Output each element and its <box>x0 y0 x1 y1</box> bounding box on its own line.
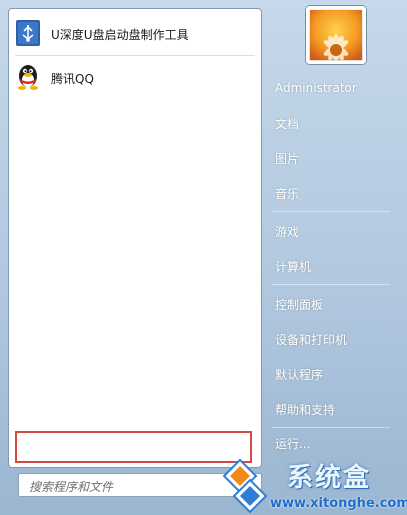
watermark-brand: 系统盒 <box>287 463 372 493</box>
menu-divider <box>272 211 390 212</box>
menu-games[interactable]: 游戏 <box>266 219 394 243</box>
menu-control-panel[interactable]: 控制面板 <box>266 292 394 316</box>
program-label: 腾讯QQ <box>51 71 94 86</box>
user-name[interactable]: Administrator <box>266 76 394 100</box>
programs-pane: U深度U盘启动盘制作工具 腾讯QQ <box>8 8 262 468</box>
usb-drive-icon <box>13 18 45 50</box>
watermark-url: www.xitonghe.com <box>270 496 407 511</box>
program-label: U深度U盘启动盘制作工具 <box>51 27 189 42</box>
program-item-qq[interactable]: 腾讯QQ <box>9 61 261 95</box>
menu-default-programs[interactable]: 默认程序 <box>266 362 394 386</box>
menu-divider <box>272 284 390 285</box>
highlight-box <box>15 431 252 463</box>
menu-help-support[interactable]: 帮助和支持 <box>266 397 394 421</box>
menu-devices-printers[interactable]: 设备和打印机 <box>266 327 394 351</box>
menu-music[interactable]: 音乐 <box>266 181 394 205</box>
menu-divider <box>272 427 390 428</box>
menu-computer[interactable]: 计算机 <box>266 254 394 278</box>
user-avatar[interactable] <box>306 6 366 64</box>
start-menu: U深度U盘启动盘制作工具 腾讯QQ 搜索程序和文件 Administrator … <box>0 0 407 515</box>
menu-run[interactable]: 运行... <box>266 431 394 455</box>
flower-avatar <box>310 10 362 60</box>
divider <box>15 55 255 56</box>
qq-penguin-icon <box>13 62 45 94</box>
menu-documents[interactable]: 文档 <box>266 111 394 135</box>
program-item-udeep[interactable]: U深度U盘启动盘制作工具 <box>9 17 261 51</box>
menu-pictures[interactable]: 图片 <box>266 146 394 170</box>
